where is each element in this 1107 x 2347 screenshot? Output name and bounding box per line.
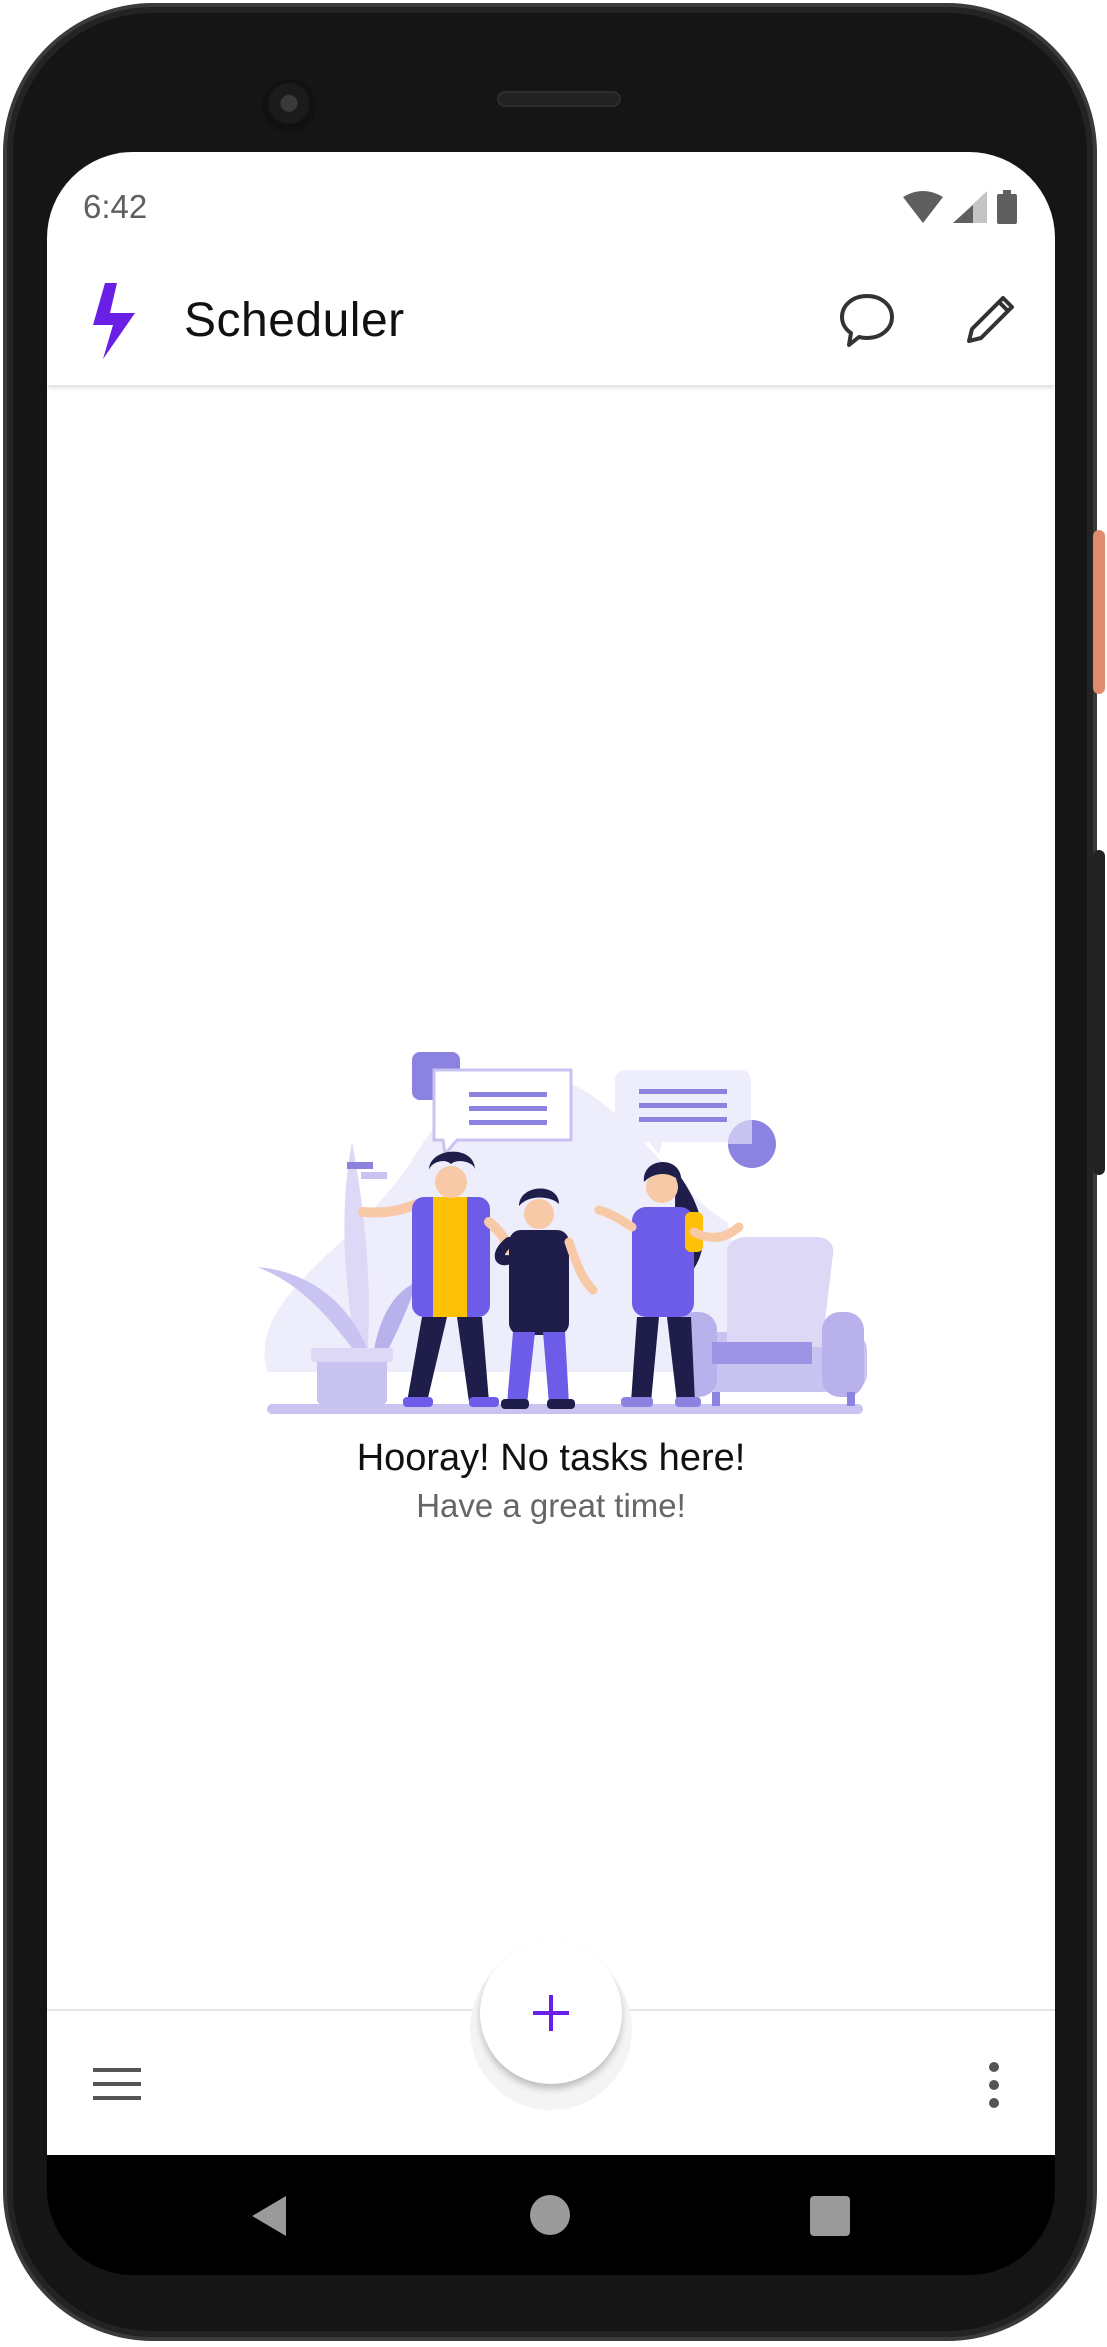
status-bar: 6:42 <box>47 152 1055 262</box>
hamburger-menu-icon[interactable] <box>91 2064 143 2104</box>
plus-icon <box>533 1995 569 2031</box>
people-chatting-illustration <box>257 1052 867 1414</box>
power-button <box>1093 530 1105 694</box>
pencil-icon[interactable] <box>959 287 1023 351</box>
add-task-button[interactable] <box>480 1942 622 2084</box>
home-icon[interactable] <box>530 2195 570 2235</box>
status-time: 6:42 <box>83 188 148 225</box>
volume-button <box>1093 850 1105 1175</box>
app-bar: Scheduler <box>47 257 1055 385</box>
earpiece-speaker <box>497 91 621 107</box>
front-camera <box>262 79 316 133</box>
lightning-bolt-icon <box>93 283 135 359</box>
more-vert-icon[interactable] <box>985 2059 1003 2111</box>
battery-icon <box>997 190 1017 224</box>
chat-bubble-icon[interactable] <box>835 287 899 351</box>
recents-icon[interactable] <box>810 2196 850 2236</box>
status-icons <box>903 190 1017 224</box>
system-nav-bar <box>47 2155 1055 2275</box>
app-title: Scheduler <box>184 294 405 347</box>
cellular-icon <box>953 191 987 223</box>
empty-state-subtitle: Have a great time! <box>416 1487 686 1524</box>
wifi-icon <box>903 191 943 223</box>
screen: 6:42 Scheduler Hooray! No tasks here! Ha… <box>47 152 1055 2155</box>
empty-state-title: Hooray! No tasks here! <box>356 1437 746 1479</box>
back-icon[interactable] <box>250 2194 290 2238</box>
